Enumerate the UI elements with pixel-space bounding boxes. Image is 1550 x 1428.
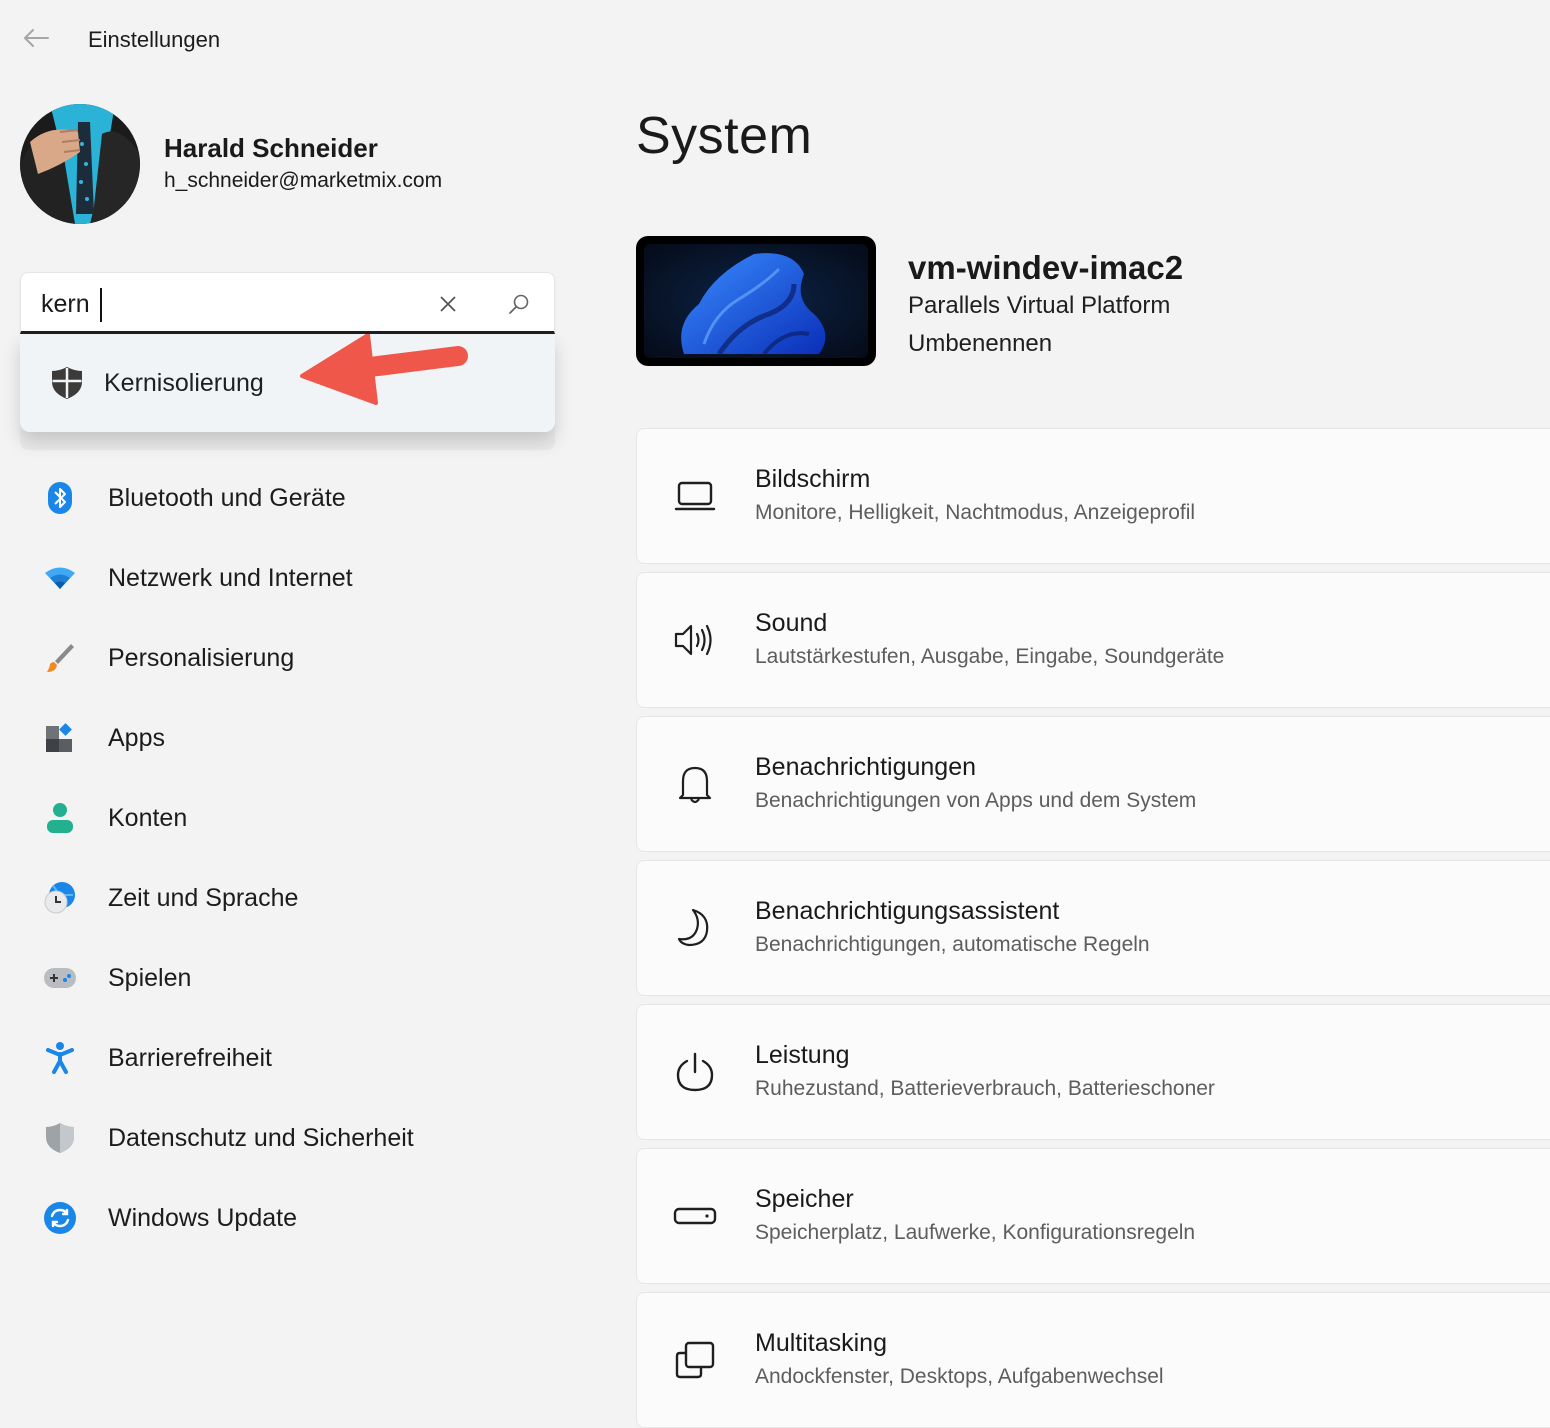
- sidebar-item-network[interactable]: Netzwerk und Internet: [20, 538, 560, 618]
- card-display[interactable]: Bildschirm Monitore, Helligkeit, Nachtmo…: [636, 428, 1550, 564]
- sidebar-item-label: Apps: [108, 723, 165, 752]
- suggestion-item[interactable]: Kernisolierung: [20, 334, 555, 432]
- sidebar-item-label: Konten: [108, 803, 188, 832]
- search-suggestions: Kernisolierung: [20, 334, 555, 432]
- shield-icon: [50, 366, 84, 400]
- card-storage[interactable]: Speicher Speicherplatz, Laufwerke, Konfi…: [636, 1148, 1550, 1284]
- device-thumbnail: [636, 236, 876, 366]
- sidebar-item-apps[interactable]: Apps: [20, 698, 560, 778]
- card-description: Ruhezustand, Batterieverbrauch, Batterie…: [755, 1077, 1215, 1100]
- display-icon: [665, 466, 725, 526]
- card-description: Speicherplatz, Laufwerke, Konfigurations…: [755, 1221, 1196, 1244]
- card-title: Benachrichtigungsassistent: [755, 897, 1060, 925]
- search-input[interactable]: [41, 285, 421, 323]
- close-icon: [440, 296, 456, 312]
- card-description: Benachrichtigungen, automatische Regeln: [755, 933, 1150, 956]
- sidebar-item-accessibility[interactable]: Barrierefreiheit: [20, 1018, 560, 1098]
- windows-update-icon: [40, 1198, 80, 1238]
- card-title: Benachrichtigungen: [755, 753, 976, 781]
- profile-email: h_schneider@marketmix.com: [164, 169, 443, 192]
- sidebar-item-label: Spielen: [108, 963, 192, 992]
- moon-icon: [665, 898, 725, 958]
- page-title: System: [636, 107, 813, 165]
- speaker-icon: [665, 610, 725, 670]
- rename-link[interactable]: Umbenennen: [908, 324, 1052, 364]
- annotation-arrow: [300, 334, 468, 405]
- app-title: Einstellungen: [88, 27, 221, 52]
- wifi-icon: [40, 558, 80, 598]
- arrow-left-icon: [24, 29, 49, 47]
- power-icon: [665, 1042, 725, 1102]
- card-title: Speicher: [755, 1185, 854, 1213]
- sidebar-item-label: Windows Update: [108, 1203, 297, 1232]
- search-button[interactable]: [502, 287, 536, 321]
- card-sound[interactable]: Sound Lautstärkestufen, Ausgabe, Eingabe…: [636, 572, 1550, 708]
- text-cursor: [100, 288, 102, 322]
- card-power[interactable]: Leistung Ruhezustand, Batterieverbrauch,…: [636, 1004, 1550, 1140]
- profile-name: Harald Schneider: [164, 133, 378, 163]
- settings-cards: Bildschirm Monitore, Helligkeit, Nachtmo…: [636, 428, 1550, 1428]
- card-title: Sound: [755, 609, 828, 637]
- search-icon: [509, 294, 529, 314]
- paintbrush-icon: [40, 638, 80, 678]
- sidebar-item-windows-update[interactable]: Windows Update: [20, 1178, 560, 1258]
- sidebar-item-label: Barrierefreiheit: [108, 1043, 272, 1072]
- title-bar: Einstellungen: [0, 0, 1550, 80]
- sidebar-item-personalization[interactable]: Personalisierung: [20, 618, 560, 698]
- card-description: Lautstärkestufen, Ausgabe, Eingabe, Soun…: [755, 645, 1225, 668]
- settings-search-box: [20, 272, 555, 334]
- card-description: Benachrichtigungen von Apps und dem Syst…: [755, 789, 1197, 812]
- card-multitasking[interactable]: Multitasking Andockfenster, Desktops, Au…: [636, 1292, 1550, 1428]
- device-model: Parallels Virtual Platform: [908, 292, 1171, 319]
- card-title: Bildschirm: [755, 465, 871, 493]
- avatar-image: [20, 104, 140, 224]
- sidebar-item-label: Personalisierung: [108, 643, 295, 672]
- card-title: Leistung: [755, 1041, 850, 1069]
- sidebar-item-label: Zeit und Sprache: [108, 883, 299, 912]
- card-description: Monitore, Helligkeit, Nachtmodus, Anzeig…: [755, 501, 1196, 524]
- sidebar-item-time-language[interactable]: Zeit und Sprache: [20, 858, 560, 938]
- device-name: vm-windev-imac2: [908, 249, 1184, 286]
- card-focus-assist[interactable]: Benachrichtigungsassistent Benachrichtig…: [636, 860, 1550, 996]
- sidebar-item-privacy-security[interactable]: Datenschutz und Sicherheit: [20, 1098, 560, 1178]
- back-button[interactable]: [20, 22, 52, 54]
- shield-icon: [40, 1118, 80, 1158]
- gamepad-icon: [40, 958, 80, 998]
- card-title: Multitasking: [755, 1329, 887, 1357]
- apps-icon: [40, 718, 80, 758]
- bluetooth-icon: [40, 478, 80, 518]
- sidebar-item-accounts[interactable]: Konten: [20, 778, 560, 858]
- accessibility-icon: [40, 1038, 80, 1078]
- bell-icon: [665, 754, 725, 814]
- card-description: Andockfenster, Desktops, Aufgabenwechsel: [755, 1365, 1164, 1388]
- wallpaper-image: [644, 244, 868, 358]
- account-icon: [40, 798, 80, 838]
- sidebar-nav: Bluetooth und Geräte Netzwerk und Intern…: [20, 458, 560, 1258]
- sidebar-item-gaming[interactable]: Spielen: [20, 938, 560, 1018]
- sidebar-item-label: Netzwerk und Internet: [108, 563, 353, 592]
- multitasking-icon: [665, 1330, 725, 1390]
- sidebar-item-label: Bluetooth und Geräte: [108, 483, 346, 512]
- sidebar-item-bluetooth[interactable]: Bluetooth und Geräte: [20, 458, 560, 538]
- clear-search-button[interactable]: [431, 287, 465, 321]
- suggestion-label: Kernisolierung: [104, 368, 264, 397]
- sidebar-item-label: Datenschutz und Sicherheit: [108, 1123, 414, 1152]
- avatar[interactable]: [20, 104, 140, 224]
- storage-icon: [665, 1186, 725, 1246]
- card-notifications[interactable]: Benachrichtigungen Benachrichtigungen vo…: [636, 716, 1550, 852]
- user-profile[interactable]: Harald Schneider h_schneider@marketmix.c…: [20, 102, 442, 226]
- device-header: vm-windev-imac2 Parallels Virtual Platfo…: [636, 236, 1183, 366]
- time-language-icon: [40, 878, 80, 918]
